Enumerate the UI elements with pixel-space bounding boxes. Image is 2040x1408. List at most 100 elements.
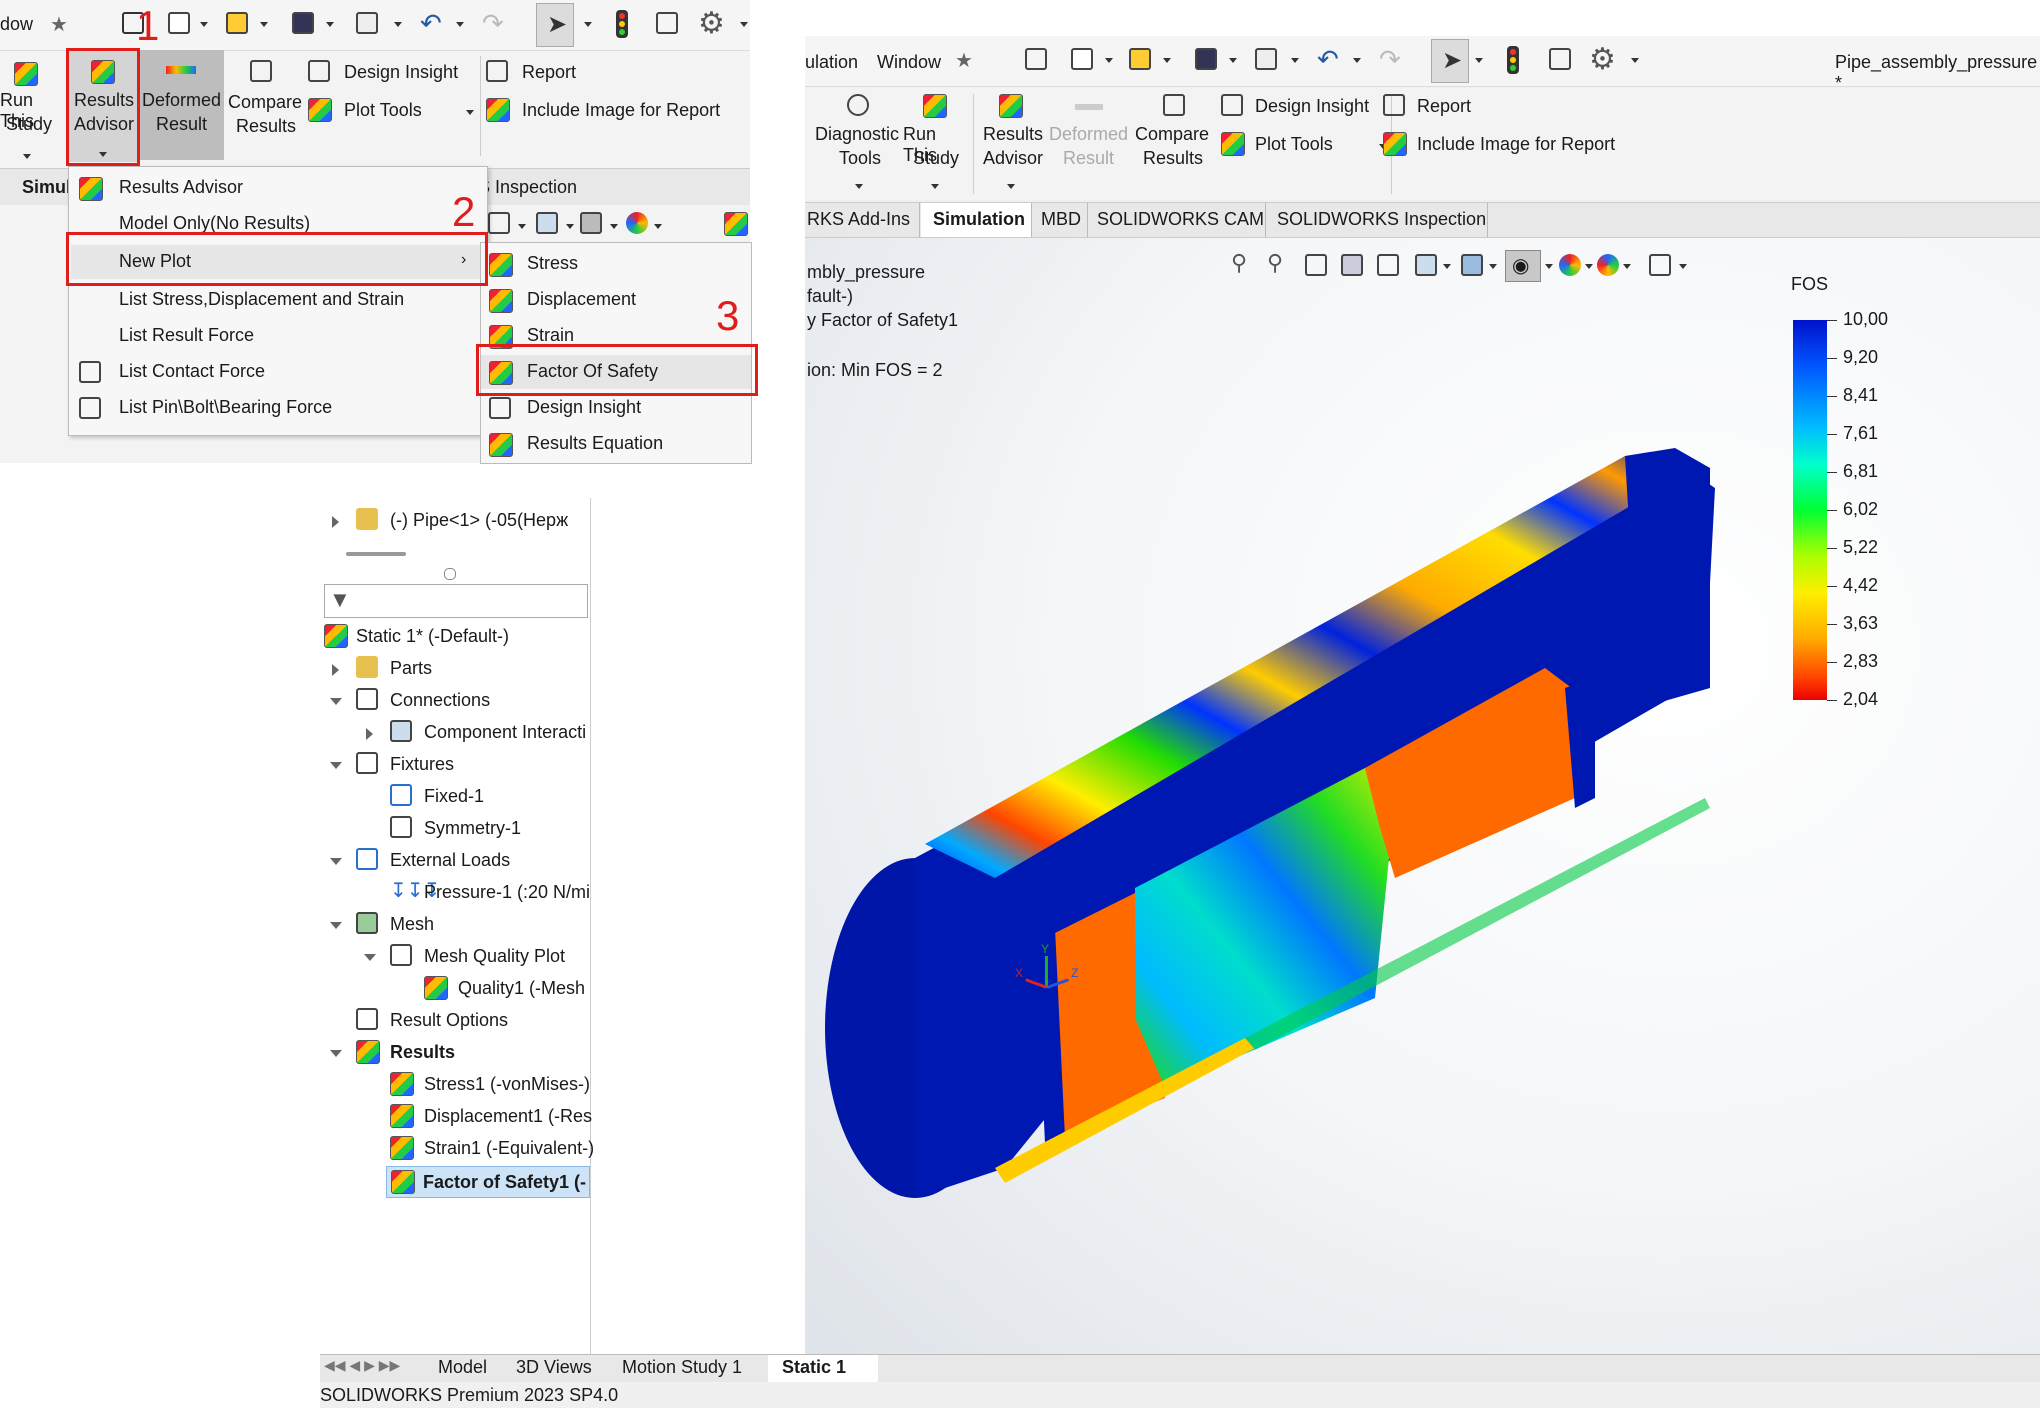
design-insight-button[interactable]: Design Insight bbox=[1219, 92, 1389, 122]
compare-results-label-1: Compare bbox=[1135, 124, 1210, 144]
tab-model[interactable]: Model bbox=[438, 1357, 487, 1378]
traffic-light-icon[interactable] bbox=[1507, 46, 1519, 74]
triad-z-label: Z bbox=[1071, 966, 1079, 980]
redo-icon[interactable]: ↷ bbox=[482, 8, 504, 39]
open-icon[interactable] bbox=[1129, 48, 1151, 70]
status-bar: SOLIDWORKS Premium 2023 SP4.0 bbox=[320, 1382, 2040, 1408]
right-ribbon: Diagnostic Tools Run This Study Results … bbox=[805, 88, 2040, 200]
tab-addins[interactable]: RKS Add-Ins bbox=[807, 209, 910, 230]
symmetry-icon bbox=[390, 816, 412, 838]
submenu-item-strain-label: Strain bbox=[527, 325, 575, 345]
print-icon[interactable] bbox=[356, 12, 378, 34]
plot-tools-button[interactable]: Plot Tools bbox=[306, 96, 476, 126]
tree-item-external-loads[interactable]: External Loads bbox=[320, 846, 590, 876]
menu-item-list-stress[interactable]: List Stress,Displacement and Strain bbox=[69, 283, 487, 317]
tree-item-fixed[interactable]: Fixed-1 bbox=[320, 782, 590, 812]
tree-item-study[interactable]: Static 1* (-Default-) bbox=[320, 622, 590, 652]
compare-results-button[interactable]: Compare Results bbox=[226, 58, 302, 158]
bottom-tab-bar: ◀◀ ◀ ▶ ▶▶ Model 3D Views Motion Study 1 … bbox=[320, 1354, 2040, 1383]
print-icon[interactable] bbox=[1255, 48, 1277, 70]
home-icon[interactable] bbox=[1025, 48, 1047, 70]
menu-simulation-partial[interactable]: ulation bbox=[805, 52, 858, 73]
options-list-icon[interactable] bbox=[1549, 48, 1571, 70]
select-pointer-icon[interactable]: ➤ bbox=[1431, 39, 1469, 83]
tab-static-active[interactable]: Static 1 bbox=[768, 1355, 878, 1383]
tab-simulation-partial[interactable]: Simul bbox=[22, 177, 71, 198]
tree-item-parts[interactable]: Parts bbox=[320, 654, 590, 684]
fos-plot-icon bbox=[391, 1170, 415, 1194]
options-list-icon[interactable] bbox=[656, 12, 678, 34]
include-image-button[interactable]: Include Image for Report bbox=[1381, 130, 1661, 160]
deformed-result-button[interactable]: Deformed Result bbox=[1047, 92, 1133, 196]
submenu-item-design-insight[interactable]: Design Insight bbox=[481, 391, 751, 425]
tree-item-quality[interactable]: Quality1 (-Mesh bbox=[320, 974, 590, 1004]
run-this-study-button[interactable]: Run This Study bbox=[901, 92, 971, 196]
tree-item-stress[interactable]: Stress1 (-vonMises-) bbox=[320, 1070, 590, 1100]
tab-solidworks-inspection[interactable]: SOLIDWORKS Inspection bbox=[1277, 209, 1486, 230]
redo-icon[interactable]: ↷ bbox=[1379, 44, 1401, 75]
tree-item-connections[interactable]: Connections bbox=[320, 686, 590, 716]
pin-icon[interactable]: ★ bbox=[50, 12, 68, 37]
tab-solidworks-cam[interactable]: SOLIDWORKS CAM bbox=[1097, 209, 1264, 230]
displacement-plot-icon bbox=[390, 1104, 414, 1128]
menu-window[interactable]: Window bbox=[877, 52, 941, 73]
tab-motion-study[interactable]: Motion Study 1 bbox=[622, 1357, 742, 1378]
tree-item-mesh[interactable]: Mesh bbox=[320, 910, 590, 940]
undo-icon[interactable]: ↶ bbox=[1317, 44, 1339, 75]
settings-gear-icon[interactable]: ⚙ bbox=[1589, 42, 1616, 77]
submenu-item-results-equation[interactable]: Results Equation bbox=[481, 427, 751, 461]
tree-item-displacement[interactable]: Displacement1 (-Res bbox=[320, 1102, 592, 1132]
tab-mbd[interactable]: MBD bbox=[1041, 209, 1081, 230]
tree-item-factor-of-safety[interactable]: Factor of Safety1 (- bbox=[386, 1166, 590, 1198]
tree-item-strain[interactable]: Strain1 (-Equivalent-) bbox=[320, 1134, 594, 1164]
menu-item-list-pin-bolt[interactable]: List Pin\Bolt\Bearing Force bbox=[69, 391, 487, 425]
settings-gear-icon[interactable]: ⚙ bbox=[698, 6, 725, 41]
graphics-viewport[interactable]: ⚲ ⚲ ◉ mbly_pressure fault-) y Factor of … bbox=[805, 238, 2040, 1408]
tree-item-results[interactable]: Results bbox=[320, 1038, 590, 1068]
tree-item-fixtures[interactable]: Fixtures bbox=[320, 750, 590, 780]
menu-item-list-result-force[interactable]: List Result Force bbox=[69, 319, 487, 353]
compare-results-button[interactable]: Compare Results bbox=[1133, 92, 1219, 196]
parts-icon bbox=[356, 656, 378, 678]
submenu-item-stress[interactable]: Stress bbox=[481, 247, 751, 281]
new-document-icon[interactable] bbox=[1071, 48, 1093, 70]
run-this-study-button[interactable]: Run This Study bbox=[0, 58, 62, 159]
menu-window-partial[interactable]: dow bbox=[0, 14, 33, 35]
tree-item-symmetry[interactable]: Symmetry-1 bbox=[320, 814, 590, 844]
deformed-result-button[interactable]: Deformed Result bbox=[140, 50, 224, 160]
tab-nav-arrows[interactable]: ◀◀ ◀ ▶ ▶▶ bbox=[324, 1357, 414, 1379]
menu-item-results-advisor[interactable]: Results Advisor bbox=[69, 171, 487, 205]
tree-splitter-handle[interactable] bbox=[444, 568, 456, 580]
save-icon[interactable] bbox=[292, 12, 314, 34]
pipe-assembly-model[interactable] bbox=[805, 238, 2040, 1408]
report-icon bbox=[486, 60, 508, 82]
new-document-icon[interactable] bbox=[168, 12, 190, 34]
tree-item-component-interaction[interactable]: Component Interacti bbox=[320, 718, 590, 748]
select-pointer-icon[interactable]: ➤ bbox=[536, 3, 574, 47]
tree-item-result-options[interactable]: Result Options bbox=[320, 1006, 590, 1036]
tree-item-pipe[interactable]: (-) Pipe<1> (-05(Нерж bbox=[320, 506, 590, 536]
save-icon[interactable] bbox=[1195, 48, 1217, 70]
menu-item-list-contact-force[interactable]: List Contact Force bbox=[69, 355, 487, 389]
tab-3d-views[interactable]: 3D Views bbox=[516, 1357, 592, 1378]
submenu-item-displacement[interactable]: Displacement bbox=[481, 283, 751, 317]
design-insight-button[interactable]: Design Insight bbox=[306, 58, 476, 88]
report-button[interactable]: Report bbox=[1381, 92, 1641, 122]
command-tabs: RKS Add-Ins Simulation MBD SOLIDWORKS CA… bbox=[805, 202, 2040, 238]
diagnostic-tools-button[interactable]: Diagnostic Tools bbox=[815, 92, 901, 196]
undo-icon[interactable]: ↶ bbox=[420, 8, 442, 39]
pin-icon[interactable]: ★ bbox=[955, 48, 973, 73]
tab-simulation[interactable]: Simulation bbox=[921, 203, 1031, 237]
results-advisor-button[interactable]: Results Advisor bbox=[977, 92, 1047, 196]
tree-item-pressure[interactable]: ↧↧↧ Pressure-1 (:20 N/mi bbox=[320, 878, 590, 908]
plot-tools-button[interactable]: Plot Tools bbox=[1219, 130, 1389, 160]
tree-item-mesh-quality-plot[interactable]: Mesh Quality Plot bbox=[320, 942, 590, 972]
traffic-light-icon[interactable] bbox=[616, 10, 628, 38]
report-button[interactable]: Report bbox=[484, 58, 744, 88]
tab-inspection-partial[interactable]: S Inspection bbox=[478, 177, 577, 198]
open-icon[interactable] bbox=[226, 12, 248, 34]
include-image-button[interactable]: Include Image for Report bbox=[484, 96, 750, 126]
deformed-result-label-1: Deformed bbox=[1049, 124, 1129, 144]
tree-filter-input[interactable]: ▼ bbox=[324, 584, 588, 618]
study-icon bbox=[324, 624, 348, 648]
